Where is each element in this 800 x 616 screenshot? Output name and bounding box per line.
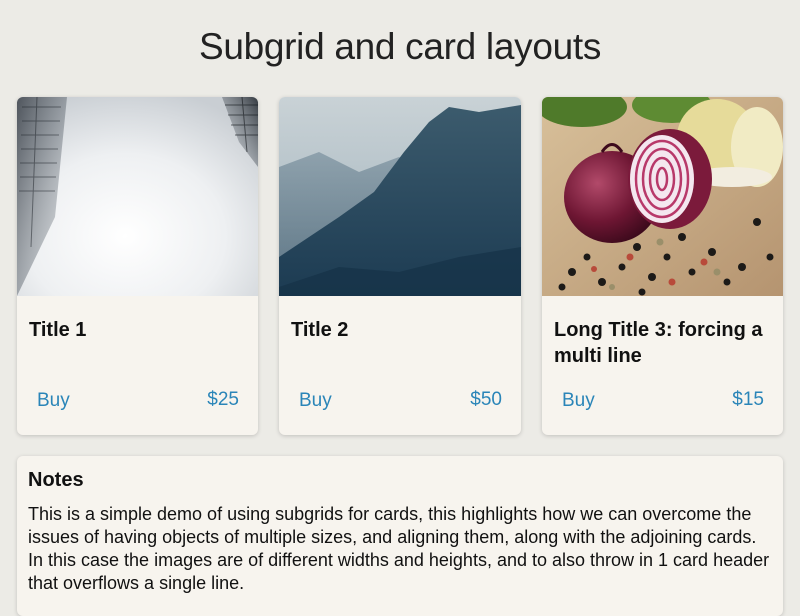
card-title: Title 2 <box>291 319 349 341</box>
card-image-skyscrapers <box>17 97 258 296</box>
buy-link[interactable]: Buy <box>562 390 595 412</box>
card: Title 1 Buy $25 <box>17 97 258 435</box>
card-title: Title 1 <box>29 319 87 341</box>
notes-body: This is a simple demo of using subgrids … <box>28 504 770 593</box>
buy-link[interactable]: Buy <box>37 390 70 412</box>
card-grid: Title 1 Buy $25 Title 2 Buy $50 Long Tit… <box>17 97 783 435</box>
card: Title 2 Buy $50 <box>279 97 521 435</box>
card-price: $50 <box>470 389 502 410</box>
buy-link[interactable]: Buy <box>299 390 332 412</box>
page-title: Subgrid and card layouts <box>198 26 602 67</box>
card-price: $15 <box>732 389 764 410</box>
notes-heading: Notes <box>28 469 84 491</box>
card: Long Title 3: forcing a multi line Buy $… <box>542 97 783 435</box>
card-image-mountain <box>279 97 521 296</box>
card-price: $25 <box>207 389 239 410</box>
card-image-onion <box>542 97 783 296</box>
notes-panel: Notes This is a simple demo of using sub… <box>17 456 783 616</box>
card-title: Long Title 3: forcing a multi line <box>554 319 763 367</box>
